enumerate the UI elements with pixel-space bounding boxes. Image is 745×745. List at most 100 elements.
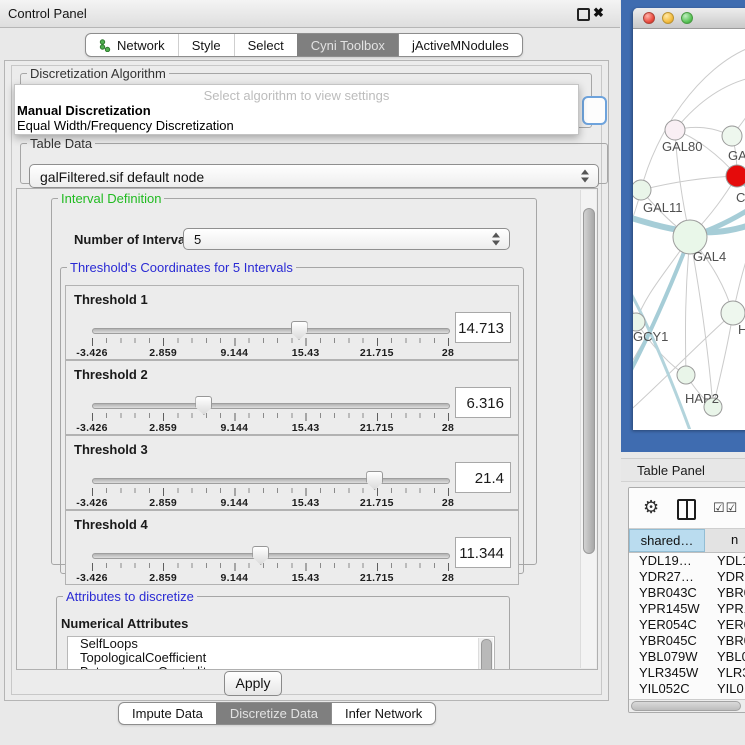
close-traffic-light-icon[interactable]	[643, 12, 655, 24]
slider-track[interactable]	[92, 553, 450, 559]
tab-style[interactable]: Style	[178, 34, 234, 56]
tick-label: 21.715	[360, 572, 394, 584]
slider-track[interactable]	[92, 403, 450, 409]
attribute-item[interactable]: SelfLoops	[68, 637, 494, 651]
tab-select[interactable]: Select	[234, 34, 297, 56]
threshold-value-field[interactable]: 6.316	[455, 387, 511, 418]
scrollbar-thumb[interactable]	[631, 701, 741, 711]
tab-network[interactable]: Network	[86, 34, 178, 56]
select-columns-icon[interactable]: ☑☑	[713, 500, 738, 516]
attribute-item[interactable]: TopologicalCoefficient	[68, 651, 494, 665]
attributes-scrollbar[interactable]	[478, 638, 493, 670]
table-panel-title: Table Panel	[637, 463, 705, 478]
column-header-name[interactable]: n	[705, 529, 745, 552]
node-label: GAL11	[643, 200, 683, 215]
cell-name[interactable]: YBR0	[705, 633, 745, 649]
number-of-intervals-combobox[interactable]: 5	[183, 228, 510, 250]
control-panel-tabs: Network Style Select Cyni Toolbox jActiv…	[85, 33, 523, 57]
tab-cyni-toolbox[interactable]: Cyni Toolbox	[297, 34, 398, 56]
table-data-combobox[interactable]: galFiltered.sif default node	[29, 164, 599, 188]
table-panel: ⚙ ☑☑ shared… n YDL19…YDL1YDR27…YDR2YBR04…	[628, 487, 745, 713]
numerical-attributes-list[interactable]: SelfLoopsTopologicalCoefficientBetweenne…	[67, 636, 495, 670]
scrollbar-thumb[interactable]	[583, 208, 595, 554]
cell-shared-name[interactable]: YLR345W	[629, 665, 705, 681]
threshold-slider[interactable]: -3.4262.8599.14415.4321.71528	[92, 405, 448, 407]
tick-label: 28	[442, 422, 454, 434]
option-equal-width-frequency[interactable]: Equal Width/Frequency Discretization	[15, 118, 578, 133]
cell-shared-name[interactable]: YDL19…	[629, 553, 705, 569]
column-header-shared-name[interactable]: shared…	[629, 529, 705, 552]
threshold-panel: Threshold 3 -3.4262.8599.14415.4321.7152…	[65, 435, 519, 510]
cell-name[interactable]: YLR3	[705, 665, 745, 681]
slider-track[interactable]	[92, 478, 450, 484]
table-row[interactable]: YER054CYER0	[629, 617, 745, 633]
cell-name[interactable]: YBR0	[705, 585, 745, 601]
network-node[interactable]	[665, 120, 685, 140]
cell-name[interactable]: YPR1	[705, 601, 745, 617]
threshold-value-field[interactable]: 11.344	[455, 537, 511, 568]
number-of-intervals-label: Number of Intervals	[74, 232, 196, 247]
close-icon[interactable]: ✖	[593, 5, 604, 21]
cell-name[interactable]: YBL0	[705, 649, 745, 665]
tab-impute-data[interactable]: Impute Data	[119, 703, 216, 724]
apply-button[interactable]: Apply	[224, 671, 282, 696]
minimize-traffic-light-icon[interactable]	[662, 12, 674, 24]
table-row[interactable]: YDR27…YDR2	[629, 569, 745, 585]
table-row[interactable]: YBL079WYBL0	[629, 649, 745, 665]
tab-infer-network[interactable]: Infer Network	[331, 703, 435, 724]
vertical-scrollbar[interactable]	[580, 190, 596, 668]
tick-label: 9.144	[221, 572, 249, 584]
network-edge[interactable]	[675, 75, 745, 130]
combo-arrows-icon	[492, 233, 500, 246]
threshold-slider[interactable]: -3.4262.8599.14415.4321.71528	[92, 555, 448, 557]
cell-shared-name[interactable]: YBR043C	[629, 585, 705, 601]
network-node[interactable]	[677, 366, 695, 384]
network-node[interactable]	[722, 126, 742, 146]
slider-major-ticks	[92, 488, 450, 496]
table-row[interactable]: YBR045CYBR0	[629, 633, 745, 649]
tab-discretize-data[interactable]: Discretize Data	[216, 703, 331, 724]
zoom-traffic-light-icon[interactable]	[681, 12, 693, 24]
float-window-icon[interactable]	[577, 8, 590, 21]
threshold-value-field[interactable]: 21.4	[455, 462, 511, 493]
tab-label: Select	[248, 38, 284, 53]
gear-icon[interactable]: ⚙	[643, 497, 659, 518]
table-row[interactable]: YBR043CYBR0	[629, 585, 745, 601]
table-row[interactable]: YPR145WYPR1	[629, 601, 745, 617]
cell-name[interactable]: YDL1	[705, 553, 745, 569]
tick-label: 9.144	[221, 497, 249, 509]
horizontal-scrollbar[interactable]	[629, 699, 745, 712]
node-label: GAL80	[662, 139, 702, 154]
cell-shared-name[interactable]: YDR27…	[629, 569, 705, 585]
network-node[interactable]	[633, 180, 651, 200]
split-columns-icon[interactable]	[677, 499, 696, 520]
attribute-item[interactable]: BetweennessCentrality	[68, 665, 494, 670]
scrollbar-thumb[interactable]	[481, 639, 492, 670]
slider-major-ticks	[92, 338, 450, 346]
algorithm-combobox-focus[interactable]	[582, 96, 607, 125]
network-node[interactable]	[726, 165, 745, 187]
cell-name[interactable]: YIL0	[705, 681, 745, 697]
threshold-value-field[interactable]: 14.713	[455, 312, 511, 343]
window-title: Control Panel	[8, 6, 87, 21]
cell-shared-name[interactable]: YBL079W	[629, 649, 705, 665]
cell-shared-name[interactable]: YPR145W	[629, 601, 705, 617]
algorithm-dropdown-popup: Select algorithm to view settings Manual…	[14, 84, 579, 135]
table-row[interactable]: YDL19…YDL1	[629, 553, 745, 569]
threshold-slider[interactable]: -3.4262.8599.14415.4321.71528	[92, 330, 448, 332]
threshold-slider[interactable]: -3.4262.8599.14415.4321.71528	[92, 480, 448, 482]
cell-name[interactable]: YDR2	[705, 569, 745, 585]
cell-shared-name[interactable]: YBR045C	[629, 633, 705, 649]
table-row[interactable]: YLR345WYLR3	[629, 665, 745, 681]
network-graph[interactable]: GAL80GACGAL11GAL4GCY1HHAP2	[633, 29, 745, 429]
cell-shared-name[interactable]: YIL052C	[629, 681, 705, 697]
option-manual-discretization[interactable]: Manual Discretization	[15, 103, 578, 118]
tab-jactivemnodules[interactable]: jActiveMNodules	[398, 34, 522, 56]
cell-shared-name[interactable]: YER054C	[629, 617, 705, 633]
discretization-algorithm-label: Discretization Algorithm	[27, 66, 169, 81]
cell-name[interactable]: YER0	[705, 617, 745, 633]
table-row[interactable]: YIL052CYIL0	[629, 681, 745, 697]
network-canvas[interactable]: GAL80GACGAL11GAL4GCY1HHAP2	[633, 29, 745, 429]
slider-track[interactable]	[92, 328, 450, 334]
network-edge[interactable]	[641, 176, 737, 190]
